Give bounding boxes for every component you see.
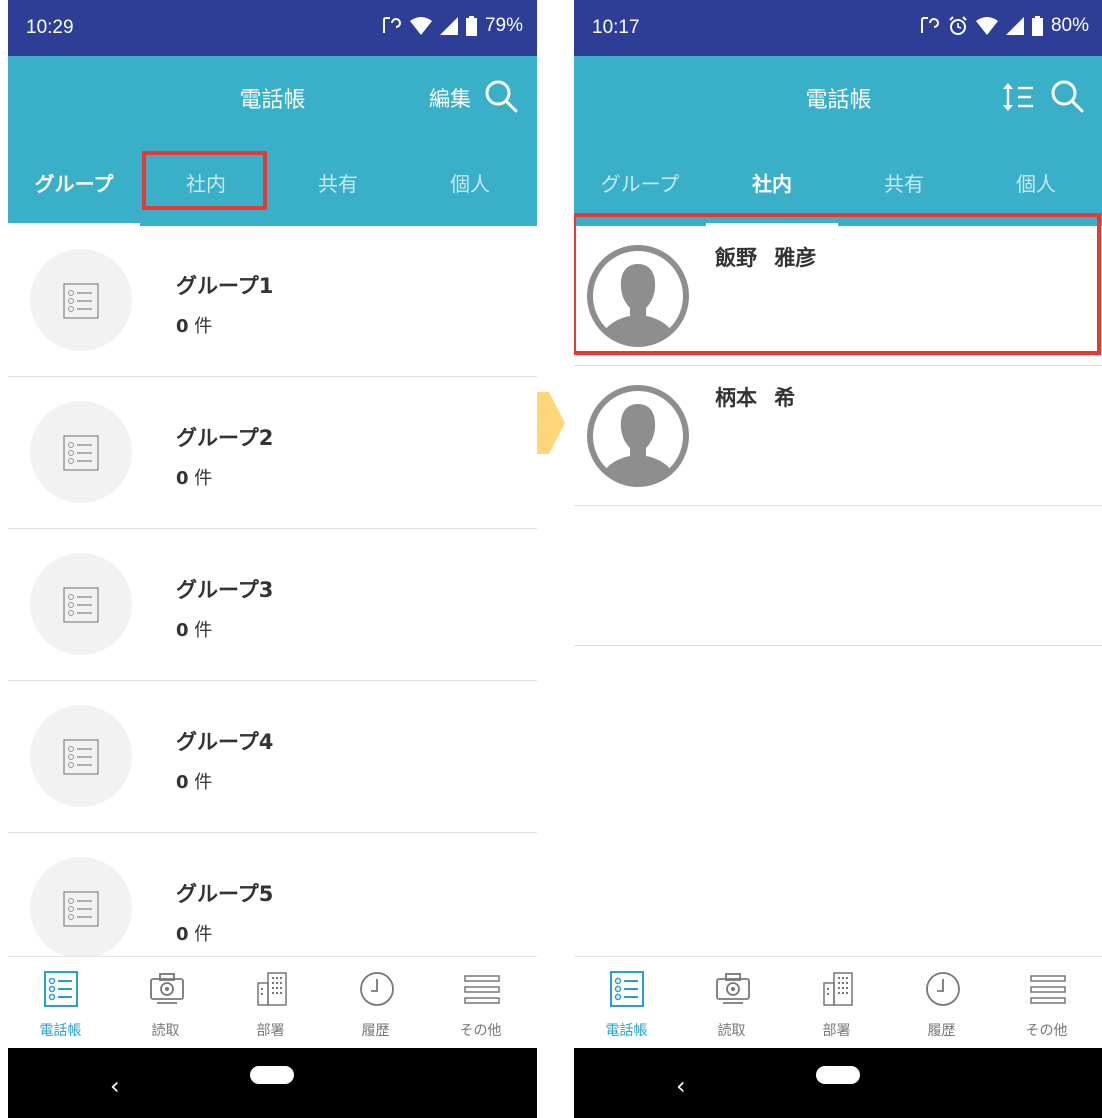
nav-label: 電話帳 xyxy=(39,1023,82,1039)
battery-icon xyxy=(1031,16,1043,36)
app-bar: 電話帳 xyxy=(574,56,1102,138)
nav-label: 読取 xyxy=(151,1023,180,1039)
nav-item-phonebook[interactable]: 電話帳 xyxy=(574,957,679,1049)
clock-icon xyxy=(926,972,960,1006)
search-icon[interactable] xyxy=(1049,78,1085,114)
group-list-icon xyxy=(63,283,99,319)
group-name: グループ2 xyxy=(176,426,274,450)
back-icon[interactable]: ‹ xyxy=(676,1072,686,1100)
list-item[interactable]: グループ1 0 件 xyxy=(8,226,537,377)
nav-item-scan[interactable]: 読取 xyxy=(113,957,218,1049)
list-item-empty xyxy=(574,506,1102,646)
group-count-unit: 件 xyxy=(194,316,213,337)
status-time: 10:29 xyxy=(26,17,74,38)
group-name: グループ5 xyxy=(176,882,274,906)
phonebook-icon xyxy=(610,971,644,1007)
group-count: 0 xyxy=(176,468,189,489)
nav-item-department[interactable]: 部署 xyxy=(218,957,323,1049)
status-bar: 10:29 79% xyxy=(8,0,537,56)
group-name: グループ1 xyxy=(176,274,274,298)
group-count-unit: 件 xyxy=(194,772,213,793)
group-count-unit: 件 xyxy=(194,620,213,641)
nav-label: 電話帳 xyxy=(605,1023,648,1039)
nav-label: 部署 xyxy=(256,1023,285,1039)
group-count-unit: 件 xyxy=(194,924,213,945)
home-icon[interactable] xyxy=(250,1066,294,1084)
highlight-box-contact xyxy=(574,213,1101,355)
nav-item-other[interactable]: その他 xyxy=(428,957,533,1049)
phone-screen-right: 10:17 80% 電話帳 グループ 社内 共有 個人 飯野 雅彦 柄本 希 電… xyxy=(574,0,1102,1118)
status-bar: 10:17 80% xyxy=(574,0,1102,56)
group-count: 0 xyxy=(176,772,189,793)
nav-label: その他 xyxy=(459,1023,502,1039)
list-item[interactable]: グループ4 0 件 xyxy=(8,682,537,833)
system-nav-bar: ‹ xyxy=(574,1048,1102,1118)
tab-group[interactable]: グループ xyxy=(8,138,140,226)
wifi-icon xyxy=(975,17,998,35)
system-nav-bar: ‹ xyxy=(8,1048,537,1118)
nav-label: 読取 xyxy=(717,1023,746,1039)
camera-icon xyxy=(716,973,750,1004)
group-count: 0 xyxy=(176,924,189,945)
group-name: グループ4 xyxy=(176,730,274,754)
nav-item-department[interactable]: 部署 xyxy=(784,957,889,1049)
group-count: 0 xyxy=(176,620,189,641)
home-icon[interactable] xyxy=(816,1066,860,1084)
tab-personal[interactable]: 個人 xyxy=(404,138,536,226)
clock-icon xyxy=(360,972,394,1006)
tab-shared[interactable]: 共有 xyxy=(272,138,404,226)
nav-item-history[interactable]: 履歴 xyxy=(889,957,994,1049)
app-bar: 電話帳 編集 xyxy=(8,56,537,138)
building-icon xyxy=(823,972,853,1006)
nav-item-history[interactable]: 履歴 xyxy=(323,957,428,1049)
building-icon xyxy=(257,972,287,1006)
list-item[interactable]: 柄本 希 xyxy=(574,366,1102,506)
avatar xyxy=(587,385,689,487)
menu-icon xyxy=(1030,975,1066,1004)
arrow-right-icon xyxy=(537,392,565,454)
battery-percent: 79% xyxy=(484,15,523,36)
group-count-unit: 件 xyxy=(194,468,213,489)
menu-icon xyxy=(464,975,500,1004)
search-icon[interactable] xyxy=(483,78,519,114)
nav-label: 履歴 xyxy=(361,1023,390,1039)
phonebook-icon xyxy=(44,971,78,1007)
battery-icon xyxy=(465,16,477,36)
nav-item-scan[interactable]: 読取 xyxy=(679,957,784,1049)
nav-label: その他 xyxy=(1025,1023,1068,1039)
battery-percent: 80% xyxy=(1050,15,1089,36)
back-icon[interactable]: ‹ xyxy=(110,1072,120,1100)
group-list-icon xyxy=(63,435,99,471)
nfc-icon xyxy=(382,17,401,33)
bottom-nav: 電話帳 読取 部署 履歴 その他 xyxy=(8,956,537,1049)
signal-icon xyxy=(439,17,458,35)
highlight-box-tab xyxy=(142,151,267,210)
alarm-icon xyxy=(949,16,967,35)
nav-item-other[interactable]: その他 xyxy=(994,957,1099,1049)
nav-label: 部署 xyxy=(822,1023,851,1039)
group-list-icon xyxy=(63,739,99,775)
signal-icon xyxy=(1005,17,1024,35)
nfc-icon xyxy=(920,17,939,33)
bottom-nav: 電話帳 読取 部署 履歴 その他 xyxy=(574,956,1102,1049)
edit-button[interactable]: 編集 xyxy=(429,83,471,113)
group-list-icon xyxy=(63,587,99,623)
nav-label: 履歴 xyxy=(927,1023,956,1039)
group-name: グループ3 xyxy=(176,578,274,602)
camera-icon xyxy=(150,973,184,1004)
list-item[interactable]: グループ3 0 件 xyxy=(8,530,537,681)
sort-icon[interactable] xyxy=(1001,79,1037,115)
contact-name: 柄本 希 xyxy=(715,386,796,410)
group-list-icon xyxy=(63,891,99,927)
group-count: 0 xyxy=(176,316,189,337)
phone-screen-left: 10:29 79% 電話帳 編集 グループ 社内 共有 個人 グループ1 0 件… xyxy=(8,0,537,1118)
status-time: 10:17 xyxy=(592,17,640,38)
tab-bar: グループ 社内 共有 個人 xyxy=(8,138,537,226)
nav-item-phonebook[interactable]: 電話帳 xyxy=(8,957,113,1049)
wifi-icon xyxy=(409,17,432,35)
list-item[interactable]: グループ2 0 件 xyxy=(8,378,537,529)
